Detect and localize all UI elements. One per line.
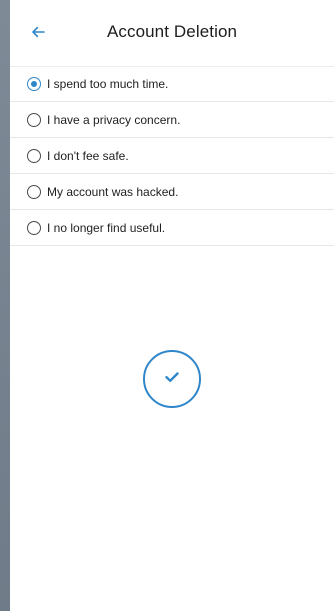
reason-option-not-useful[interactable]: I no longer find useful. bbox=[10, 210, 334, 246]
checkmark-icon bbox=[163, 368, 181, 391]
header: Account Deletion bbox=[10, 0, 334, 66]
reason-option-label: I spend too much time. bbox=[47, 77, 169, 91]
deletion-reasons-list: I spend too much time. I have a privacy … bbox=[10, 66, 334, 246]
reason-option-account-hacked[interactable]: My account was hacked. bbox=[10, 174, 334, 210]
radio-button-selected[interactable] bbox=[27, 77, 41, 91]
radio-button[interactable] bbox=[27, 220, 41, 235]
reason-option-label: I no longer find useful. bbox=[47, 220, 166, 235]
page-title: Account Deletion bbox=[106, 22, 238, 41]
reason-option-label: My account was hacked. bbox=[47, 184, 179, 199]
reason-option-label: I have a privacy concern. bbox=[47, 112, 181, 127]
reason-option-too-much-time[interactable]: I spend too much time. bbox=[10, 66, 334, 102]
radio-button[interactable] bbox=[27, 148, 41, 163]
confirm-button[interactable] bbox=[143, 350, 201, 408]
radio-button[interactable] bbox=[27, 184, 41, 199]
account-deletion-screen: Account Deletion I spend too much time. … bbox=[10, 0, 334, 611]
radio-button[interactable] bbox=[27, 112, 41, 127]
radio-selected-dot bbox=[31, 81, 37, 87]
reason-option-dont-feel-safe[interactable]: I don't fee safe. bbox=[10, 138, 334, 174]
confirm-wrap bbox=[10, 350, 334, 408]
reason-option-label: I don't fee safe. bbox=[47, 148, 129, 163]
reason-option-privacy-concern[interactable]: I have a privacy concern. bbox=[10, 102, 334, 138]
